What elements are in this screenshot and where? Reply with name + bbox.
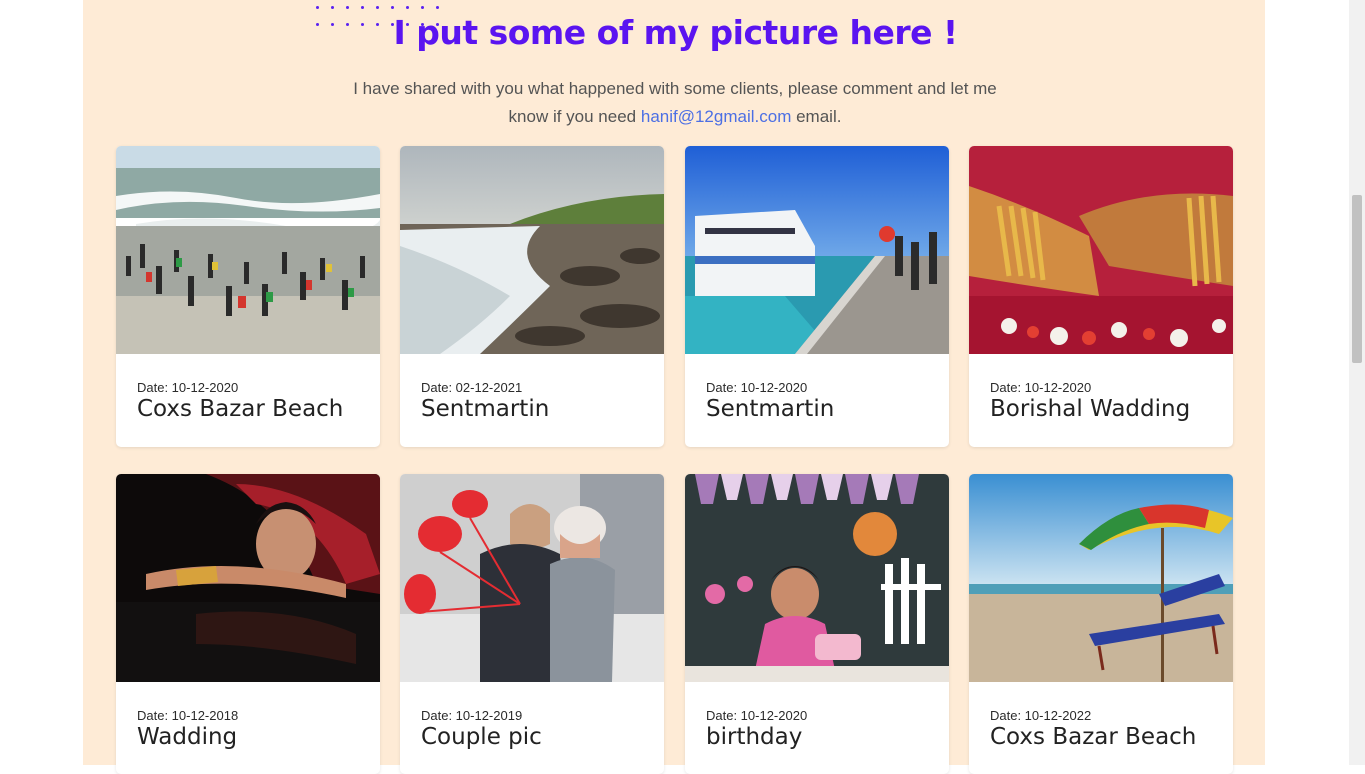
decorative-dot bbox=[406, 6, 409, 9]
card-date: Date: 10-12-2020 bbox=[706, 708, 808, 723]
card-date: Date: 10-12-2018 bbox=[137, 708, 239, 723]
card-photo bbox=[400, 474, 664, 682]
card-photo bbox=[685, 474, 949, 682]
card-date: Date: 10-12-2020 bbox=[990, 380, 1092, 395]
card-title: birthday bbox=[706, 724, 803, 750]
card-title: Wadding bbox=[137, 724, 238, 750]
card-photo bbox=[400, 146, 664, 354]
card-title: Sentmartin bbox=[706, 396, 835, 422]
decorative-dot bbox=[316, 6, 319, 9]
card-title: Couple pic bbox=[421, 724, 542, 750]
gallery-card[interactable]: Date: 02-12-2021 Sentmartin bbox=[400, 146, 664, 447]
gallery-card[interactable]: Date: 10-12-2020 Coxs Bazar Beach bbox=[116, 146, 380, 447]
gallery-card[interactable]: Date: 10-12-2018 Wadding bbox=[116, 474, 380, 774]
card-title: Coxs Bazar Beach bbox=[990, 724, 1197, 750]
decorative-dot bbox=[391, 6, 394, 9]
gallery-card[interactable]: Date: 10-12-2019 Couple pic bbox=[400, 474, 664, 774]
card-date: Date: 10-12-2019 bbox=[421, 708, 523, 723]
intro-text-end: email. bbox=[796, 107, 842, 126]
page-scrollbar[interactable] bbox=[1349, 0, 1365, 765]
gallery-card[interactable]: Date: 10-12-2022 Coxs Bazar Beach bbox=[969, 474, 1233, 774]
decorative-dot bbox=[361, 6, 364, 9]
section-title: I put some of my picture here ! bbox=[393, 13, 958, 52]
section-intro: I have shared with you what happened wit… bbox=[340, 75, 1010, 131]
decorative-dot bbox=[331, 6, 334, 9]
gallery-card[interactable]: Date: 10-12-2020 Borishal Wadding bbox=[969, 146, 1233, 447]
card-photo bbox=[116, 474, 380, 682]
card-date: Date: 10-12-2020 bbox=[706, 380, 808, 395]
scrollbar-thumb[interactable] bbox=[1352, 195, 1362, 363]
gallery-card[interactable]: Date: 10-12-2020 birthday bbox=[685, 474, 949, 774]
decorative-dot bbox=[346, 6, 349, 9]
decorative-dot bbox=[421, 6, 424, 9]
decorative-dot bbox=[376, 6, 379, 9]
card-date: Date: 10-12-2022 bbox=[990, 708, 1092, 723]
gallery-card[interactable]: Date: 10-12-2020 Sentmartin bbox=[685, 146, 949, 447]
card-date: Date: 02-12-2021 bbox=[421, 380, 523, 395]
card-photo bbox=[685, 146, 949, 354]
card-title: Sentmartin bbox=[421, 396, 550, 422]
decorative-dot bbox=[436, 6, 439, 9]
card-photo bbox=[116, 146, 380, 354]
card-photo bbox=[969, 474, 1233, 682]
card-date: Date: 10-12-2020 bbox=[137, 380, 239, 395]
card-title: Borishal Wadding bbox=[990, 396, 1191, 422]
email-link[interactable]: hanif@12gmail.com bbox=[641, 107, 792, 126]
card-title: Coxs Bazar Beach bbox=[137, 396, 344, 422]
card-photo bbox=[969, 146, 1233, 354]
